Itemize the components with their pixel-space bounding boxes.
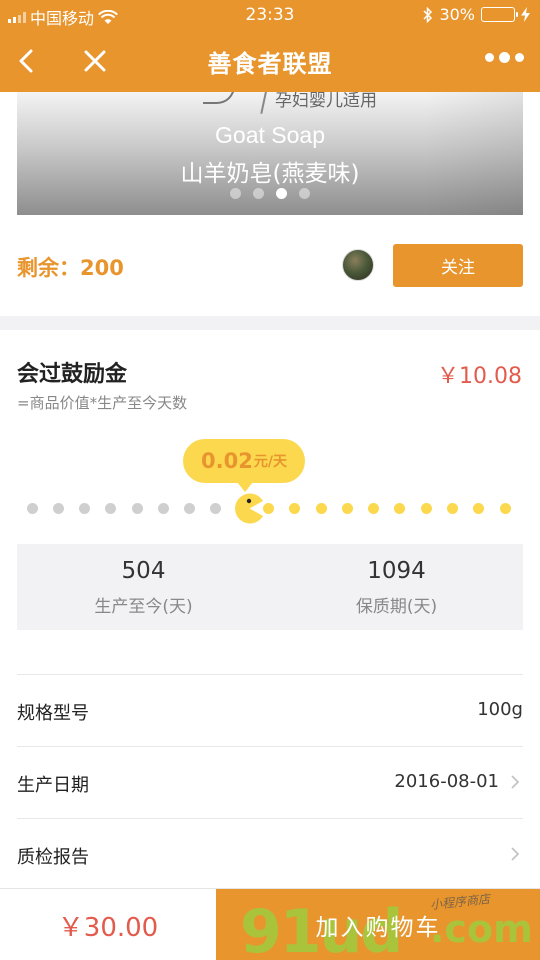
banner-small-text: 孕妇婴儿适用	[275, 92, 377, 111]
banner-logo-fragment	[203, 92, 235, 104]
carousel-dot[interactable]	[230, 188, 241, 199]
pacman-progress-icon	[235, 493, 264, 524]
stock-remaining: 剩余：200	[17, 256, 124, 280]
progress-dot-remaining	[341, 503, 353, 514]
nav-bar: 善食者联盟	[0, 30, 540, 92]
progress-dot-elapsed	[184, 503, 196, 514]
progress-dot-remaining	[473, 503, 485, 514]
banner-title-cn: 山羊奶皂(燕麦味)	[180, 161, 360, 187]
progress-dot-remaining	[499, 503, 511, 514]
spec-key: 规格型号	[17, 703, 89, 724]
shelf-life-progress	[0, 490, 540, 526]
status-right: 30%	[423, 5, 530, 24]
bluetooth-icon	[423, 6, 433, 23]
progress-dot-remaining	[394, 503, 406, 514]
product-price: ￥30.00	[57, 912, 159, 943]
progress-dot-remaining	[315, 503, 327, 514]
charging-icon	[521, 7, 530, 22]
reward-section: 会过鼓励金 =商品价值*生产至今天数 ￥10.08 0.02 元/天 504 生…	[0, 330, 540, 890]
stats-box: 504 生产至今(天) 1094 保质期(天)	[17, 544, 523, 630]
progress-dot-elapsed	[157, 503, 169, 514]
spec-row-production-date[interactable]: 生产日期 2016-08-01	[17, 746, 523, 818]
progress-dot-remaining	[420, 503, 432, 514]
reward-amount: ￥10.08	[437, 364, 522, 389]
carousel-indicators[interactable]	[17, 188, 523, 199]
progress-dot-remaining	[368, 503, 380, 514]
reward-title: 会过鼓励金	[17, 362, 128, 387]
page-title: 善食者联盟	[207, 50, 333, 78]
spec-key: 质检报告	[17, 847, 89, 868]
add-to-cart-label: 加入购物车	[315, 915, 441, 941]
progress-dot-elapsed	[52, 503, 64, 514]
banner-title-en: Goat Soap	[215, 122, 325, 148]
progress-dot-elapsed	[105, 503, 117, 514]
bottom-bar: ￥30.00 91ud .com 小程序商店 加入购物车	[0, 888, 540, 960]
add-to-cart-button[interactable]: 91ud .com 小程序商店 加入购物车	[216, 889, 540, 960]
chevron-right-icon	[511, 775, 520, 789]
battery-percent: 30%	[439, 5, 475, 24]
stat-label: 保质期(天)	[355, 597, 438, 617]
follow-button[interactable]: 关注	[393, 244, 523, 287]
daily-rate-value: 0.02	[201, 449, 253, 473]
product-banner[interactable]: 孕妇婴儿适用 Goat Soap 山羊奶皂(燕麦味)	[17, 92, 523, 215]
chevron-right-icon	[511, 847, 520, 861]
spec-value: 2016-08-01	[394, 771, 499, 792]
spec-row-model: 规格型号 100g	[17, 674, 523, 746]
stat-value: 504	[121, 558, 166, 584]
daily-rate-unit: 元/天	[253, 454, 287, 470]
stat-shelf-life: 1094 保质期(天)	[270, 544, 523, 617]
product-section: 孕妇婴儿适用 Goat Soap 山羊奶皂(燕麦味) 剩余：200 关注	[0, 92, 540, 316]
more-dots-icon[interactable]	[485, 52, 524, 63]
progress-dot-elapsed	[210, 503, 222, 514]
progress-dot-remaining	[289, 503, 301, 514]
battery-icon	[481, 7, 518, 22]
progress-dot-remaining	[446, 503, 458, 514]
carousel-dot[interactable]	[253, 188, 264, 199]
progress-dot-elapsed	[26, 503, 38, 514]
carousel-dot[interactable]	[276, 188, 287, 199]
status-bar: 中国移动 23:33 30%	[0, 0, 540, 30]
spec-key: 生产日期	[17, 775, 89, 796]
avatar[interactable]	[342, 249, 374, 281]
stat-value: 1094	[367, 558, 426, 584]
stat-label: 生产至今(天)	[94, 597, 193, 617]
stat-days-since-production: 504 生产至今(天)	[17, 544, 270, 617]
progress-dot-elapsed	[79, 503, 91, 514]
daily-rate-bubble: 0.02 元/天	[183, 439, 305, 492]
progress-dot-elapsed	[131, 503, 143, 514]
spec-value: 100g	[477, 699, 523, 720]
reward-formula: =商品价值*生产至今天数	[17, 394, 188, 412]
carousel-dot[interactable]	[299, 188, 310, 199]
progress-dot-remaining	[263, 503, 274, 514]
spec-row-inspection-report[interactable]: 质检报告	[17, 818, 523, 890]
watermark-domain: .com	[430, 907, 533, 951]
